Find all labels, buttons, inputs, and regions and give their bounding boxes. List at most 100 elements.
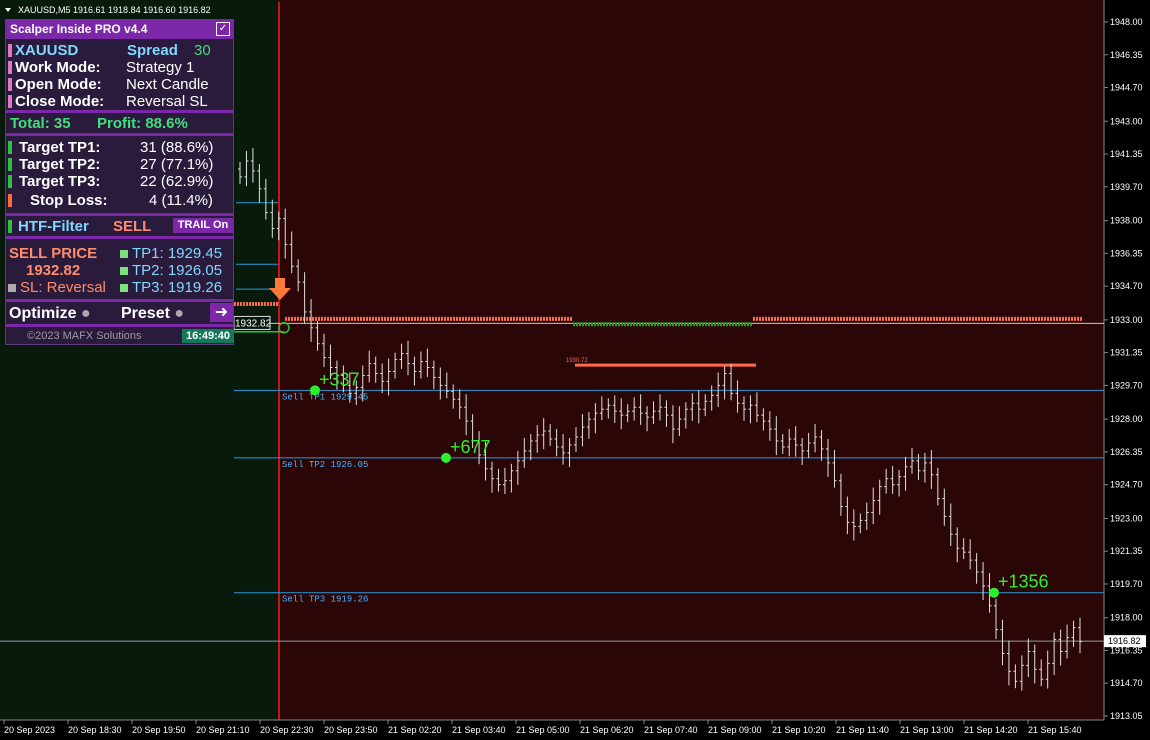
price-tick-label: 1943.00 [1110, 116, 1143, 126]
copyright: ©2023 MAFX Solutions [27, 330, 142, 342]
open-mode-value: Next Candle [126, 76, 209, 93]
time-tick-label: 21 Sep 06:20 [580, 725, 634, 735]
sl-value: 4 (11.4%) [149, 192, 213, 209]
price-tick-label: 1918.00 [1110, 613, 1143, 623]
close-mode-label: Close Mode: [15, 93, 105, 110]
price-tick-label: 1948.00 [1110, 17, 1143, 27]
tp2-price: TP2: 1926.05 [132, 262, 223, 279]
time-tick-label: 21 Sep 05:00 [516, 725, 570, 735]
time-tick-label: 21 Sep 15:40 [1028, 725, 1082, 735]
sell-price-label: SELL PRICE [9, 245, 98, 262]
htf-value: SELL [113, 218, 152, 235]
tp1-label: Target TP1: [19, 139, 101, 156]
time-tick-label: 20 Sep 2023 [4, 725, 55, 735]
time-tick-label: 21 Sep 02:20 [388, 725, 442, 735]
time-tick-label: 20 Sep 23:50 [324, 725, 378, 735]
work-mode-label: Work Mode: [15, 59, 101, 76]
tp3-label: Target TP3: [19, 173, 101, 190]
separator [6, 110, 233, 113]
separator [6, 299, 233, 302]
tp1-value: 31 (88.6%) [140, 139, 214, 156]
time-tick-label: 21 Sep 13:00 [900, 725, 954, 735]
clock: 16:49:40 [182, 329, 234, 343]
profit: Profit: 88.6% [97, 115, 188, 132]
price-tick-label: 1933.00 [1110, 315, 1143, 325]
tp-level-label: Sell TP2 1926.05 [282, 460, 368, 470]
close-mode-value: Reversal SL [126, 93, 208, 110]
scalper-panel: Scalper Inside PRO v4.4 ✓ XAUUSD Spread … [5, 19, 234, 345]
checkbox-icon[interactable]: ✓ [216, 22, 230, 36]
optimize-button[interactable]: Optimize ● [9, 305, 91, 322]
tp-level-label: Sell TP3 1919.26 [282, 595, 368, 605]
time-tick-label: 20 Sep 18:30 [68, 725, 122, 735]
tp-hit-label: +1356 [998, 572, 1049, 592]
separator [6, 213, 233, 216]
tp1-price: TP1: 1929.45 [132, 245, 223, 262]
price-tick-label: 1919.70 [1110, 579, 1143, 589]
separator [6, 133, 233, 136]
bar-icon [8, 158, 12, 171]
price-tick-label: 1944.70 [1110, 83, 1143, 93]
price-tick-label: 1914.70 [1110, 678, 1143, 688]
time-tick-label: 21 Sep 14:20 [964, 725, 1018, 735]
work-mode-value: Strategy 1 [126, 59, 195, 76]
price-tick-label: 1931.35 [1110, 348, 1143, 358]
price-tick-label: 1926.35 [1110, 447, 1143, 457]
time-tick-label: 20 Sep 22:30 [260, 725, 314, 735]
time-tick-label: 20 Sep 19:50 [132, 725, 186, 735]
price-tick-label: 1946.35 [1110, 50, 1143, 60]
time-tick-label: 21 Sep 10:20 [772, 725, 826, 735]
time-tick-label: 21 Sep 11:40 [836, 725, 889, 735]
total: Total: 35 [10, 115, 71, 132]
price-tick-label: 1939.70 [1110, 182, 1143, 192]
bar-icon [8, 44, 12, 57]
tp-hit-label: +337 [319, 369, 360, 389]
tp-hit-label: +677 [450, 437, 491, 457]
price-tick-label: 1929.70 [1110, 380, 1143, 390]
square-icon [120, 284, 128, 293]
price-tick-label: 1921.35 [1110, 546, 1143, 556]
symbol: XAUUSD [15, 42, 79, 59]
bar-icon [8, 95, 12, 108]
separator [6, 236, 233, 239]
optimize-label: Optimize [9, 305, 77, 322]
spread-value: 30 [194, 42, 211, 59]
dot-icon: ● [81, 305, 91, 322]
time-tick-label: 21 Sep 03:40 [452, 725, 506, 735]
tp3-value: 22 (62.9%) [140, 173, 214, 190]
price-tick-label: 1928.00 [1110, 414, 1143, 424]
entry-label: 1932.82 [235, 318, 272, 329]
trail-button[interactable]: TRAIL On [173, 218, 233, 233]
price-tick-label: 1941.35 [1110, 149, 1143, 159]
preset-button[interactable]: Preset ● [121, 305, 184, 322]
open-mode-label: Open Mode: [15, 76, 102, 93]
price-tick-label: 1913.05 [1110, 711, 1143, 721]
price-tick-label: 1923.00 [1110, 513, 1143, 523]
chart-header: XAUUSD,M5 1916.61 1918.84 1916.60 1916.8… [18, 5, 211, 15]
sl-label: Stop Loss: [30, 192, 108, 209]
price-tick-label: 1934.70 [1110, 281, 1143, 291]
dot-icon: ● [174, 305, 185, 322]
current-price-label: 1916.82 [1108, 636, 1141, 646]
bar-icon [8, 61, 12, 74]
square-icon [120, 267, 128, 276]
bar-icon [8, 220, 12, 233]
tp2-value: 27 (77.1%) [140, 156, 214, 173]
bar-icon [8, 78, 12, 91]
square-icon [120, 250, 128, 259]
time-tick-label: 20 Sep 21:10 [196, 725, 250, 735]
bar-icon [8, 175, 12, 188]
time-tick-label: 21 Sep 09:00 [708, 725, 762, 735]
tp-level-label: Sell TP1 1929.45 [282, 392, 368, 402]
square-icon [8, 284, 16, 293]
price-tick-label: 1938.00 [1110, 216, 1143, 226]
time-tick-label: 21 Sep 07:40 [644, 725, 698, 735]
panel-title: Scalper Inside PRO v4.4 [6, 20, 233, 39]
upper-level-label: 1930.72 [566, 358, 588, 364]
sl-reversal: SL: Reversal [20, 279, 106, 296]
arrow-right-icon[interactable]: ➜ [210, 303, 233, 322]
spread-label: Spread [127, 42, 178, 59]
price-tick-label: 1936.35 [1110, 248, 1143, 258]
bar-icon [8, 194, 12, 207]
price-tick-label: 1924.70 [1110, 480, 1143, 490]
